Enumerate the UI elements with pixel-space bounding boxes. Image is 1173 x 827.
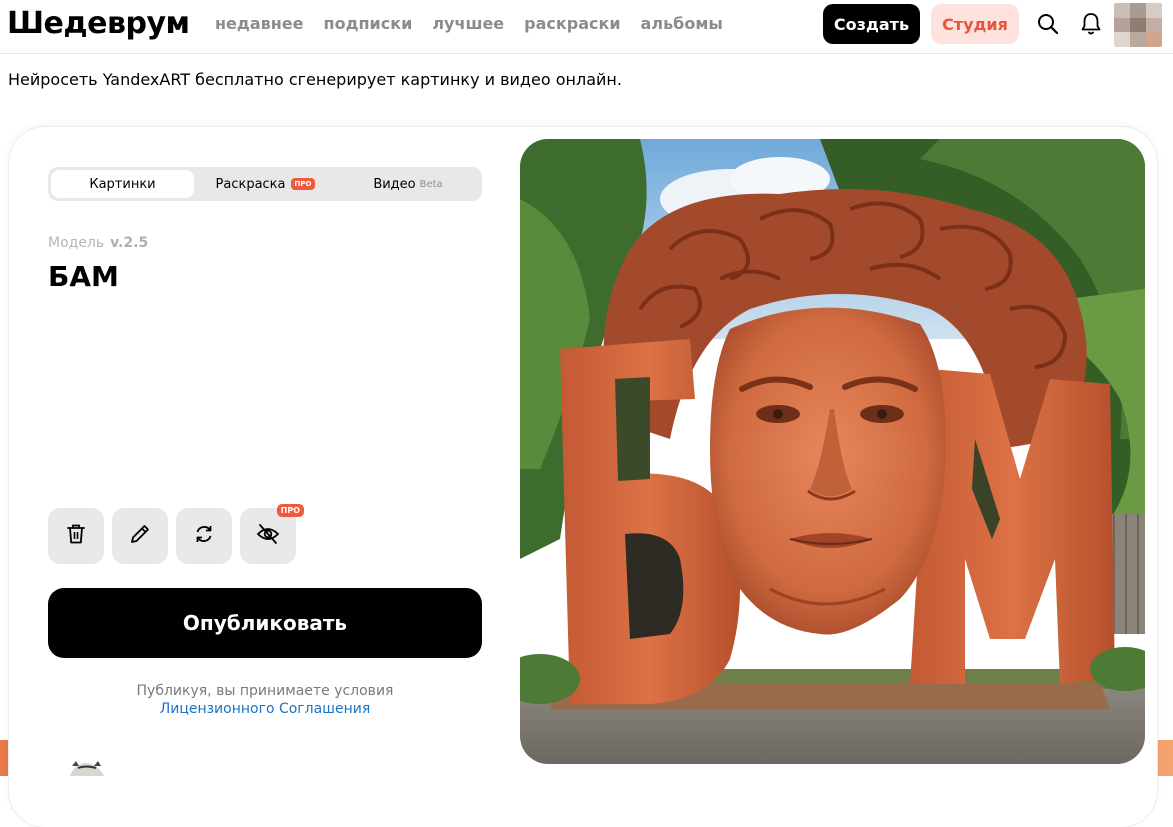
tab-video[interactable]: Видео Beta	[337, 170, 479, 198]
refresh-icon	[193, 523, 215, 549]
nav-subscriptions[interactable]: подписки	[324, 14, 413, 33]
eye-off-icon	[256, 523, 280, 549]
model-version: v.2.5	[110, 235, 149, 251]
publish-button[interactable]: Опубликовать	[48, 588, 482, 658]
edit-button[interactable]	[112, 508, 168, 564]
nav-coloring[interactable]: раскраски	[524, 14, 620, 33]
tab-video-label: Видео	[373, 176, 416, 192]
tab-coloring[interactable]: Раскраска ПРО	[194, 170, 337, 198]
beta-badge: Beta	[419, 178, 443, 190]
tab-images-label: Картинки	[89, 176, 156, 192]
nav-recent[interactable]: недавнее	[215, 14, 304, 33]
delete-button[interactable]	[48, 508, 104, 564]
animal-thumbnail[interactable]	[64, 760, 110, 776]
site-logo[interactable]: Шедеврум	[7, 6, 190, 41]
pro-badge: ПРО	[276, 504, 304, 517]
page-tagline: Нейросеть YandexART бесплатно сгенерируе…	[8, 70, 622, 89]
tab-coloring-label: Раскраска	[215, 176, 286, 192]
main-nav: недавнее подписки лучшее раскраски альбо…	[215, 14, 743, 33]
pencil-icon	[129, 523, 151, 549]
hide-button[interactable]: ПРО	[240, 504, 304, 564]
create-button[interactable]: Создать	[823, 4, 920, 44]
pro-badge: ПРО	[290, 178, 316, 190]
license-agreement-link[interactable]: Лицензионного Соглашения	[48, 700, 482, 718]
nav-albums[interactable]: альбомы	[641, 14, 723, 33]
search-icon[interactable]	[1036, 12, 1060, 36]
terms-text: Публикуя, вы принимаете условия	[136, 683, 394, 699]
regenerate-button[interactable]	[176, 508, 232, 564]
trash-icon	[66, 523, 86, 549]
generated-image[interactable]	[520, 139, 1145, 764]
top-header: Шедеврум недавнее подписки лучшее раскра…	[0, 0, 1173, 54]
tab-images[interactable]: Картинки	[51, 170, 194, 198]
bell-icon[interactable]	[1079, 12, 1103, 36]
prompt-text[interactable]: БАМ	[48, 260, 119, 293]
terms-notice: Публикуя, вы принимаете условия Лицензио…	[48, 682, 482, 718]
studio-button[interactable]: Студия	[931, 4, 1019, 44]
mode-tabs: Картинки Раскраска ПРО Видео Beta	[48, 167, 482, 201]
model-label: Модель	[48, 235, 105, 251]
user-avatar[interactable]	[1114, 3, 1162, 47]
nav-best[interactable]: лучшее	[432, 14, 504, 33]
model-selector[interactable]: Модель v.2.5	[48, 235, 148, 251]
